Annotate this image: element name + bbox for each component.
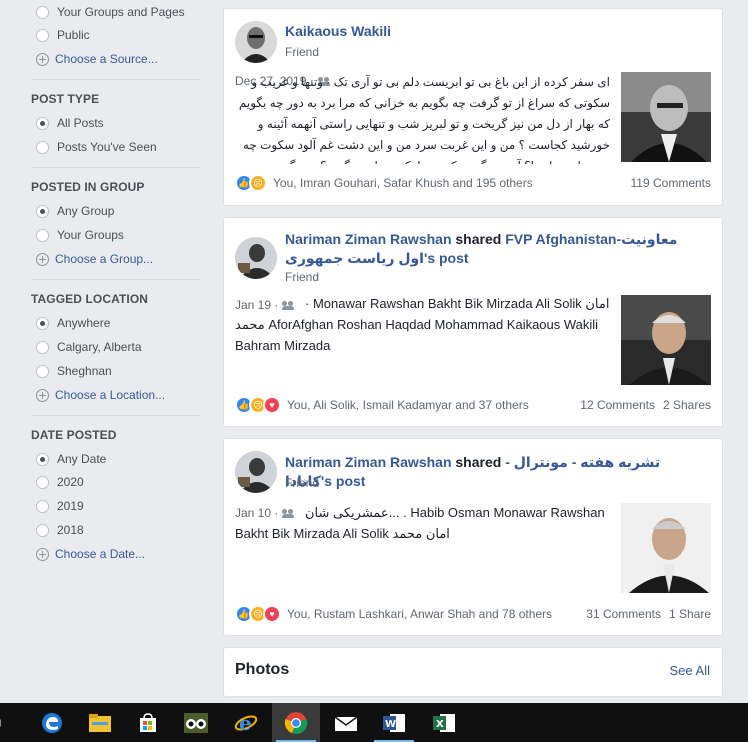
- windows-taskbar: e W X: [0, 703, 748, 742]
- post-link[interactable]: 's post: [424, 250, 469, 266]
- radio-button[interactable]: [36, 140, 49, 154]
- post-type-heading: POST TYPE: [31, 92, 100, 106]
- love-reaction-icon[interactable]: ♥: [263, 605, 281, 623]
- radio-button[interactable]: [36, 523, 49, 537]
- date-posted-heading: DATE POSTED: [31, 428, 117, 442]
- svg-text:W: W: [385, 719, 396, 730]
- post-photo[interactable]: [621, 72, 711, 162]
- filter-option-posts-seen[interactable]: Posts You've Seen: [36, 137, 157, 157]
- radio-button-selected[interactable]: [36, 204, 49, 218]
- shared-word: shared: [455, 231, 502, 247]
- internet-explorer-icon[interactable]: e: [222, 703, 270, 742]
- friend-label: Friend: [285, 476, 320, 490]
- choose-source-link[interactable]: Choose a Source...: [36, 49, 158, 69]
- shares-count[interactable]: 2 Shares: [663, 398, 711, 412]
- sad-reaction-icon[interactable]: ☹: [249, 174, 267, 192]
- plus-icon: [36, 388, 49, 402]
- edge-icon[interactable]: [28, 703, 76, 742]
- radio-button[interactable]: [36, 5, 49, 19]
- photos-title: Photos: [235, 661, 290, 678]
- post-link[interactable]: 's post: [321, 473, 366, 489]
- tagged-location-heading: TAGGED LOCATION: [31, 292, 149, 306]
- plus-icon: [36, 252, 49, 266]
- filter-option-your-groups[interactable]: Your Groups: [36, 225, 124, 245]
- radio-button[interactable]: [36, 499, 49, 513]
- post-card: Nariman Ziman Rawshan shared FVP Afghani…: [223, 217, 723, 427]
- choose-location-link[interactable]: Choose a Location...: [36, 385, 165, 405]
- post-text: ای سفر کرده از این باغ بی تو ابریست دلم …: [238, 75, 610, 164]
- tripadvisor-icon[interactable]: [172, 703, 220, 742]
- word-icon[interactable]: W: [370, 703, 418, 742]
- reactions-bar: 👍 ☹ You, Imran Gouhari, Safar Khush and …: [235, 174, 711, 192]
- divider: [31, 415, 201, 416]
- love-reaction-icon[interactable]: ♥: [263, 396, 281, 414]
- radio-button-selected[interactable]: [36, 452, 49, 466]
- post-text: · Monawar Rawshan Bakht Bik Mirzada Ali …: [235, 296, 610, 353]
- chrome-icon[interactable]: [272, 703, 320, 742]
- comments-count[interactable]: 12 Comments: [580, 398, 655, 412]
- reactions-summary[interactable]: You, Ali Solik, Ismail Kadamyar and 37 o…: [287, 398, 529, 412]
- filter-option-any-date[interactable]: Any Date: [36, 449, 106, 469]
- post-header: Nariman Ziman Rawshan shared FVP Afghani…: [285, 230, 705, 268]
- post-photo[interactable]: [621, 503, 711, 593]
- filter-option-all-posts[interactable]: All Posts: [36, 113, 104, 133]
- shares-count[interactable]: 1 Share: [669, 607, 711, 621]
- radio-button[interactable]: [36, 475, 49, 489]
- radio-button[interactable]: [36, 28, 49, 42]
- radio-button[interactable]: [36, 364, 49, 378]
- reactions-bar: 👍 ☹ ♥ You, Ali Solik, Ismail Kadamyar an…: [235, 396, 711, 414]
- store-icon[interactable]: [124, 703, 172, 742]
- filter-option-any-group[interactable]: Any Group: [36, 201, 114, 221]
- radio-button[interactable]: [36, 228, 49, 242]
- mail-icon[interactable]: [322, 703, 370, 742]
- photos-section: Photos See All: [223, 647, 723, 697]
- divider: [31, 79, 201, 80]
- shared-word: shared: [455, 454, 502, 470]
- avatar[interactable]: [235, 451, 277, 493]
- svg-text:X: X: [436, 719, 444, 730]
- radio-button-selected[interactable]: [36, 116, 49, 130]
- choose-date-link[interactable]: Choose a Date...: [36, 544, 145, 564]
- avatar[interactable]: [235, 21, 277, 63]
- post-author-link[interactable]: Nariman Ziman Rawshan: [285, 454, 452, 470]
- reactions-summary[interactable]: You, Rustam Lashkari, Anwar Shah and 78 …: [287, 607, 552, 621]
- plus-icon: [36, 547, 49, 561]
- friend-label: Friend: [285, 45, 320, 59]
- reactions-bar: 👍 ☹ ♥ You, Rustam Lashkari, Anwar Shah a…: [235, 605, 711, 623]
- post-author-link[interactable]: Kaikaous Wakili: [285, 22, 391, 41]
- post-text: عمشریکی شان... . Habib Osman Monawar Raw…: [235, 505, 605, 541]
- radio-button-selected[interactable]: [36, 316, 49, 330]
- post-card: Nariman Ziman Rawshan shared تشریه هفته …: [223, 438, 723, 636]
- file-explorer-icon[interactable]: [76, 703, 124, 742]
- filter-option-2020[interactable]: 2020: [36, 472, 84, 492]
- post-card: Kaikaous Wakili Friend Dec 27, 2019 · ای…: [223, 8, 723, 206]
- divider: [31, 279, 201, 280]
- filter-option-2018[interactable]: 2018: [36, 520, 84, 540]
- divider: [31, 167, 201, 168]
- posted-in-group-heading: POSTED IN GROUP: [31, 180, 145, 194]
- friend-label: Friend: [285, 270, 320, 284]
- radio-button[interactable]: [36, 340, 49, 354]
- filter-option-anywhere[interactable]: Anywhere: [36, 313, 110, 333]
- filter-option-groups-pages[interactable]: Your Groups and Pages: [36, 2, 185, 22]
- see-all-link[interactable]: See All: [670, 663, 710, 678]
- comments-count[interactable]: 119 Comments: [631, 176, 711, 190]
- choose-group-link[interactable]: Choose a Group...: [36, 249, 153, 269]
- plus-icon: [36, 52, 49, 66]
- avatar[interactable]: [235, 237, 277, 279]
- filter-option-public[interactable]: Public: [36, 25, 90, 45]
- reactions-summary[interactable]: You, Imran Gouhari, Safar Khush and 195 …: [273, 176, 533, 190]
- svg-text:e: e: [239, 711, 252, 735]
- comments-count[interactable]: 31 Comments: [586, 607, 661, 621]
- search-filters-sidebar: Your Groups and Pages Public Choose a So…: [0, 0, 215, 690]
- excel-icon[interactable]: X: [420, 703, 468, 742]
- post-header: Nariman Ziman Rawshan shared تشریه هفته …: [285, 453, 705, 491]
- post-author-link[interactable]: Nariman Ziman Rawshan: [285, 231, 452, 247]
- task-view-icon[interactable]: [0, 703, 12, 742]
- filter-option-calgary[interactable]: Calgary, Alberta: [36, 337, 142, 357]
- filter-option-sheghnan[interactable]: Sheghnan: [36, 361, 112, 381]
- filter-option-2019[interactable]: 2019: [36, 496, 84, 516]
- post-photo[interactable]: [621, 295, 711, 385]
